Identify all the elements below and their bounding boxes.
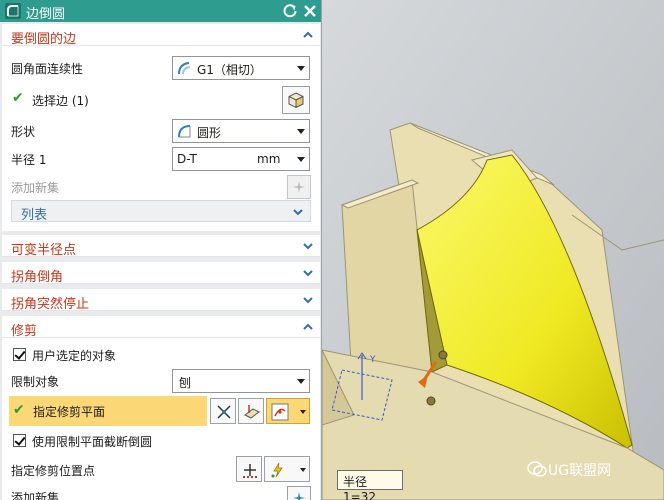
use-limit-plane-label: 使用限制平面截断倒圆: [32, 435, 153, 449]
continuity-select[interactable]: G1（相切）: [172, 56, 310, 80]
dialog-title: 边倒圆: [26, 7, 66, 22]
wechat-logo-icon: [527, 461, 547, 477]
plane-icon: [244, 405, 260, 419]
inferred-point-icon: [271, 403, 289, 421]
close-icon[interactable]: [301, 2, 319, 20]
edge-selector-button[interactable]: [282, 86, 310, 114]
list-label: 列表: [21, 208, 48, 223]
add-sparkle-icon: [293, 181, 305, 193]
limit-object-select[interactable]: 刨: [172, 369, 310, 393]
section-edges-title: 要倒圆的边: [11, 32, 77, 47]
edge-blend-dialog: 边倒圆 要倒圆的边 圆角面连续性 G1（相切） ✔ 选择边 (1) 形状 圆形 …: [0, 0, 322, 500]
section-corner-setback-title: 拐角倒角: [11, 270, 64, 285]
chevron-down-icon: [297, 379, 305, 384]
add-sparkle-icon: [293, 492, 305, 500]
inferred-point-button[interactable]: [264, 456, 310, 482]
chevron-down-icon: [297, 66, 305, 71]
limit-object-row: 限制对象 刨: [2, 367, 320, 395]
chevron-down-icon: [297, 157, 305, 162]
add-new-set-button[interactable]: [287, 175, 311, 199]
circular-shape-icon: [178, 125, 191, 138]
use-limit-plane-row: 使用限制平面截断倒圆: [2, 428, 320, 452]
add-new-set-row: 添加新集: [2, 173, 320, 201]
section-corner-setback: 拐角倒角: [2, 262, 320, 285]
section-corner-setback-header[interactable]: 拐角倒角: [2, 262, 320, 285]
add-new-set-label: 添加新集: [11, 181, 60, 195]
check-icon: ✔: [13, 402, 25, 418]
section-corner-stop: 拐角突然停止: [2, 289, 320, 312]
section-variable-radius-header[interactable]: 可变半径点: [2, 235, 320, 258]
plane-axis-icon: [217, 405, 231, 419]
chevron-down-icon: [303, 297, 313, 304]
inferred-plane-button[interactable]: [210, 398, 236, 424]
point-icon: [243, 464, 257, 478]
radius-row: 半径 1 D-T mm: [2, 145, 320, 173]
user-selected-checkbox[interactable]: [13, 348, 26, 361]
chevron-down-icon: [297, 129, 305, 134]
chevron-down-icon: [300, 410, 306, 414]
section-variable-radius-title: 可变半径点: [11, 243, 77, 258]
user-selected-label: 用户选定的对象: [32, 349, 117, 363]
list-toggle[interactable]: 列表: [11, 200, 311, 223]
cube-icon: [288, 92, 304, 109]
shape-row: 形状 圆形: [2, 117, 320, 145]
trim-add-new-set-button[interactable]: [287, 486, 311, 500]
limit-object-value: 刨: [179, 376, 192, 390]
radius-label: 半径 1: [11, 153, 47, 167]
specify-trim-plane-row[interactable]: ✔ 指定修剪平面: [9, 396, 207, 426]
radius-value: D-T: [177, 152, 197, 166]
tangent-continuity-icon: [178, 62, 191, 75]
chevron-down-icon: [303, 270, 313, 277]
continuity-value: G1（相切）: [197, 63, 262, 77]
section-edges-header[interactable]: 要倒圆的边: [2, 24, 320, 47]
section-corner-stop-title: 拐角突然停止: [11, 297, 90, 312]
continuity-label: 圆角面连续性: [11, 62, 84, 76]
section-variable-radius: 可变半径点: [2, 235, 320, 258]
user-selected-row: 用户选定的对象: [2, 342, 320, 366]
edge-blend-icon: [5, 3, 21, 19]
plane-dialog-button[interactable]: [238, 398, 264, 424]
radius-unit: mm: [257, 152, 281, 166]
section-corner-stop-header[interactable]: 拐角突然停止: [2, 289, 320, 312]
section-trim: 修剪 用户选定的对象 限制对象 刨 ✔ 指定修剪平面 使用限制平面截断倒圆 指定…: [2, 316, 320, 500]
trim-position-row: 指定修剪位置点: [2, 454, 320, 484]
chevron-down-icon: [303, 243, 313, 250]
point-dialog-button[interactable]: [236, 456, 262, 482]
select-edge-label: 选择边 (1): [32, 94, 89, 108]
section-trim-header[interactable]: 修剪: [2, 316, 320, 339]
chevron-up-icon: [303, 31, 313, 38]
select-edge-row[interactable]: ✔ 选择边 (1): [2, 84, 320, 116]
shape-label: 形状: [11, 125, 36, 139]
graphics-viewport[interactable]: Y: [322, 0, 664, 500]
use-limit-plane-checkbox[interactable]: [13, 434, 26, 447]
radius-input[interactable]: D-T mm: [172, 147, 310, 171]
3d-model-view: Y: [322, 0, 664, 500]
section-edges: 要倒圆的边 圆角面连续性 G1（相切） ✔ 选择边 (1) 形状 圆形 半径 1…: [2, 24, 320, 231]
svg-text:Y: Y: [369, 355, 376, 365]
watermark-text: UG联盟网: [548, 463, 612, 479]
chevron-down-icon: [300, 468, 306, 472]
check-icon: ✔: [12, 90, 24, 106]
radius-tooltip: 半径 1=32: [337, 470, 403, 500]
shape-value: 圆形: [197, 126, 222, 140]
trim-add-new-set-label: 添加新集: [11, 491, 60, 500]
chevron-up-icon: [303, 323, 313, 330]
trim-position-label: 指定修剪位置点: [11, 464, 96, 478]
trim-add-new-set-row: 添加新集: [2, 484, 320, 500]
limit-object-label: 限制对象: [11, 375, 60, 389]
chevron-down-icon: [293, 209, 303, 216]
lightning-point-icon: [271, 462, 283, 478]
reset-icon[interactable]: [281, 2, 299, 20]
section-trim-title: 修剪: [11, 324, 38, 339]
plane-options-button[interactable]: [266, 398, 310, 424]
dialog-titlebar: 边倒圆: [0, 0, 321, 22]
specify-trim-plane-label: 指定修剪平面: [33, 405, 106, 419]
shape-select[interactable]: 圆形: [172, 119, 310, 143]
continuity-row: 圆角面连续性 G1（相切）: [2, 54, 320, 82]
